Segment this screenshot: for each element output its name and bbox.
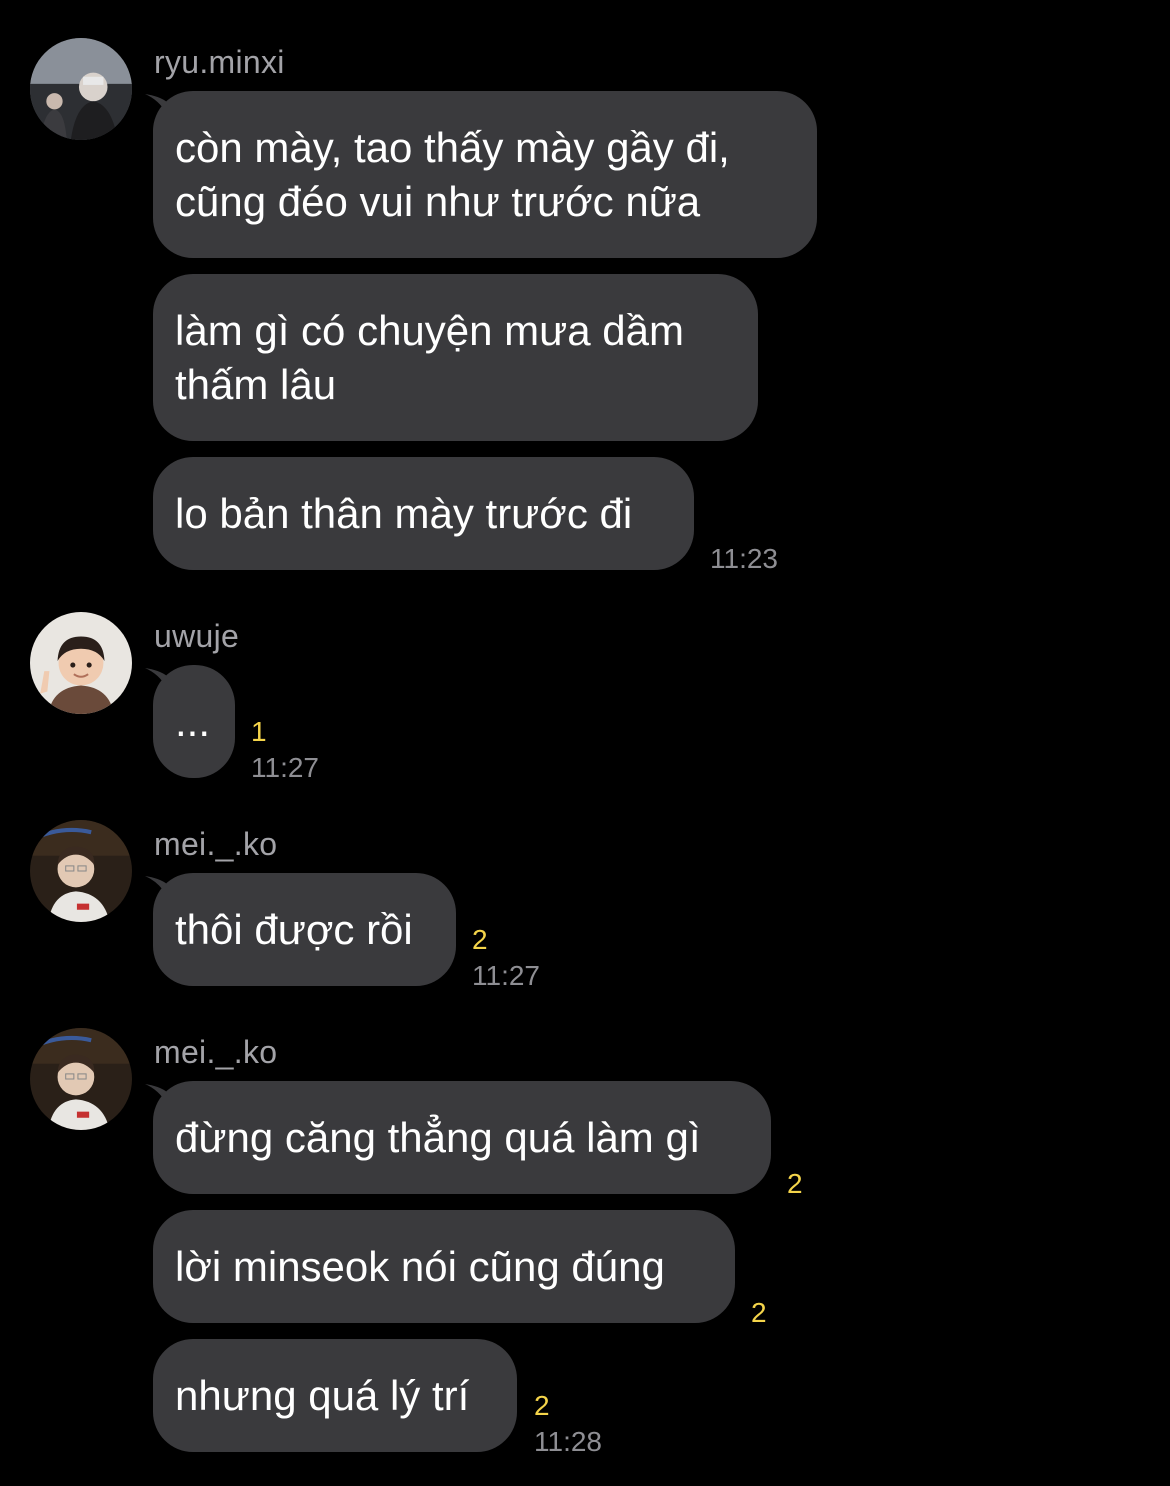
unread-count: 2	[787, 1168, 803, 1199]
sender-name: ryu.minxi	[154, 44, 285, 80]
sender-avatar[interactable]	[30, 38, 132, 140]
message-bubble[interactable]: thôi được rồi	[153, 873, 456, 986]
sender-avatar[interactable]	[30, 612, 132, 714]
sender-name: mei._.ko	[154, 1034, 278, 1070]
profile-photo-icon	[30, 38, 132, 140]
message-bubble[interactable]: lời minseok nói cũng đúng	[153, 1210, 735, 1323]
unread-count: 2	[534, 1390, 550, 1421]
profile-photo-icon	[30, 1028, 132, 1130]
message-bubble[interactable]: ...	[153, 665, 235, 778]
sender-name: mei._.ko	[154, 826, 278, 862]
profile-photo-icon	[30, 820, 132, 922]
sender-avatar[interactable]	[30, 820, 132, 922]
message-timestamp: 11:23	[710, 543, 778, 574]
message-bubble[interactable]: làm gì có chuyện mưa dầm thấm lâu	[153, 274, 758, 441]
sender-name: uwuje	[154, 618, 240, 654]
message-bubble[interactable]: nhưng quá lý trí	[153, 1339, 517, 1452]
message-bubble[interactable]: còn mày, tao thấy mày gầy đi, cũng đéo v…	[153, 91, 817, 258]
profile-photo-icon	[30, 612, 132, 714]
message-timestamp: 11:27	[251, 752, 319, 783]
sender-avatar[interactable]	[30, 1028, 132, 1130]
message-timestamp: 11:27	[472, 960, 540, 991]
message-bubble[interactable]: đừng căng thẳng quá làm gì	[153, 1081, 771, 1194]
message-timestamp: 11:28	[534, 1426, 602, 1457]
message-bubble[interactable]: lo bản thân mày trước đi	[153, 457, 694, 570]
unread-count: 2	[472, 924, 488, 955]
unread-count: 1	[251, 716, 267, 747]
unread-count: 2	[751, 1297, 767, 1328]
